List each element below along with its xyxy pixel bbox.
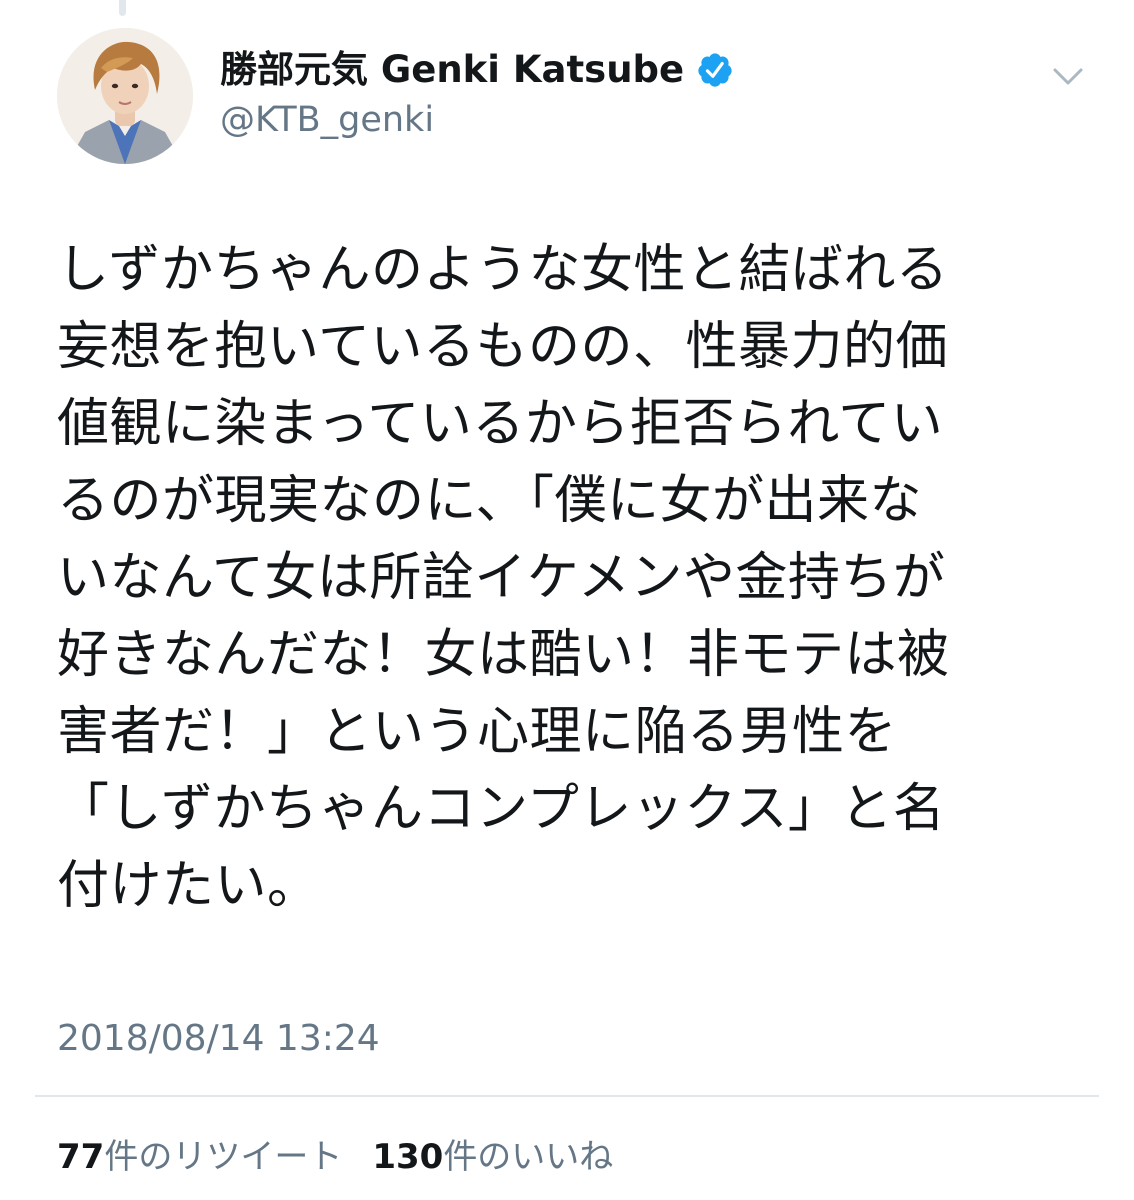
tweet-text-line: 妄想を抱いているものの、性暴力的価 (57, 317, 948, 377)
tweet-timestamp[interactable]: 2018/08/14 13:24 (57, 1016, 380, 1062)
avatar[interactable] (57, 28, 193, 164)
retweet-label: 件のリツイート (104, 1137, 343, 1177)
tweet-text-line: 付けたい。 (57, 856, 320, 916)
tweet-stats: 77 件のリツイート 130 件のいいね (57, 1134, 613, 1180)
profile-photo-avatar (57, 28, 193, 164)
display-name-row[interactable]: 勝部元気 Genki Katsube (220, 46, 734, 94)
tweet-text-line: しずかちゃんのような女性と結ばれる (57, 240, 949, 300)
tweet-text: しずかちゃんのような女性と結ばれる 妄想を抱いているものの、性暴力的価 値観に染… (57, 232, 1097, 925)
tweet-text-line: るのが現実なのに、「僕に女が出来な (57, 471, 922, 531)
like-label: 件のいいね (443, 1137, 614, 1177)
retweet-count-link[interactable]: 77 件のリツイート (57, 1134, 342, 1180)
tweet-text-line: 好きなんだな！女は酷い！非モテは被 (57, 625, 950, 685)
user-handle[interactable]: @KTB_genki (220, 98, 434, 142)
tweet-text-line: 害者だ！」という心理に陥る男性を (57, 702, 898, 762)
tweet-text-line: 「しずかちゃんコンプレックス」と名 (57, 779, 946, 839)
like-count-link[interactable]: 130 件のいいね (372, 1134, 613, 1180)
verified-badge-icon (698, 53, 732, 87)
like-count: 130 (372, 1137, 444, 1177)
thread-connector-line (119, 0, 126, 16)
tweet-text-line: 値観に染まっているから拒否られてい (57, 394, 944, 454)
chevron-down-icon[interactable] (1050, 62, 1086, 92)
retweet-count: 77 (57, 1137, 105, 1177)
display-name[interactable]: 勝部元気 Genki Katsube (220, 46, 684, 94)
divider (35, 1095, 1099, 1097)
tweet-text-line: いなんて女は所詮イケメンや金持ちが (57, 548, 946, 608)
